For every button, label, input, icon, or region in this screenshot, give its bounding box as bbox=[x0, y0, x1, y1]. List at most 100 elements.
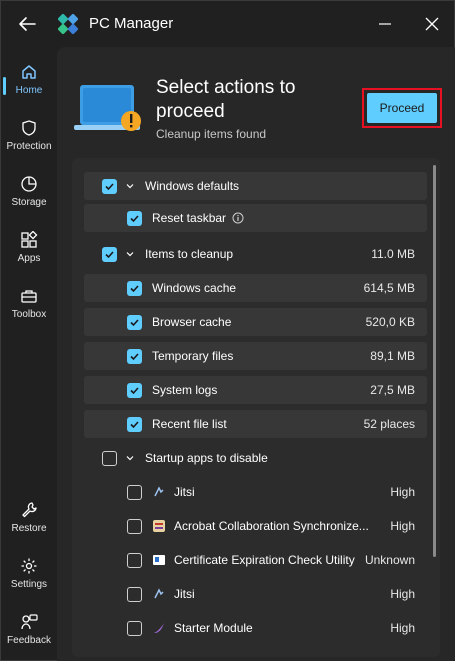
shield-icon bbox=[22, 120, 36, 136]
laptop-warning-icon bbox=[74, 85, 141, 131]
sidebar-item-label: Home bbox=[15, 85, 43, 96]
checkbox[interactable] bbox=[127, 484, 142, 500]
list-item-system-logs[interactable]: System logs 27,5 MB bbox=[84, 376, 427, 404]
list-item-startup-app[interactable]: Starter Module High bbox=[84, 614, 427, 642]
sidebar-item-protection[interactable]: Protection bbox=[1, 119, 57, 169]
sidebar-item-label: Apps bbox=[17, 253, 41, 264]
item-impact: High bbox=[390, 621, 415, 635]
item-label: Certificate Expiration Check Utility bbox=[174, 553, 355, 567]
checkbox[interactable] bbox=[127, 416, 142, 432]
group-windows-defaults[interactable]: Windows defaults bbox=[84, 172, 427, 200]
list-item-recent-file-list[interactable]: Recent file list 52 places bbox=[84, 410, 427, 438]
item-label: Windows cache bbox=[152, 281, 237, 295]
checkbox[interactable] bbox=[127, 210, 142, 226]
item-label: Reset taskbar bbox=[152, 211, 227, 225]
wrench-icon bbox=[22, 502, 37, 518]
minimize-icon[interactable] bbox=[373, 12, 397, 36]
sidebar-item-label: Settings bbox=[10, 579, 48, 590]
toolbox-icon bbox=[21, 290, 37, 303]
checkbox[interactable] bbox=[127, 620, 142, 636]
list-item-temporary-files[interactable]: Temporary files 89,1 MB bbox=[84, 342, 427, 370]
gear-icon bbox=[21, 558, 37, 574]
group-size: 11.0 MB bbox=[371, 247, 415, 261]
item-label: Starter Module bbox=[174, 621, 253, 635]
checkbox[interactable] bbox=[102, 246, 117, 262]
sidebar-item-label: Toolbox bbox=[11, 309, 47, 320]
sidebar-item-apps[interactable]: Apps bbox=[1, 231, 57, 281]
jitsi-icon bbox=[154, 588, 164, 599]
checkbox[interactable] bbox=[127, 280, 142, 296]
checkbox[interactable] bbox=[127, 314, 142, 330]
item-label: Recent file list bbox=[152, 417, 227, 431]
jitsi-icon bbox=[154, 486, 164, 497]
checkbox[interactable] bbox=[127, 586, 142, 602]
list-item-browser-cache[interactable]: Browser cache 520,0 KB bbox=[84, 308, 427, 336]
back-arrow-icon[interactable] bbox=[15, 12, 39, 36]
list-item-startup-app[interactable]: Jitsi High bbox=[84, 580, 427, 608]
chevron-down-icon[interactable] bbox=[125, 453, 135, 463]
item-impact: High bbox=[390, 519, 415, 533]
item-size: 27,5 MB bbox=[370, 383, 415, 397]
item-label: System logs bbox=[152, 383, 218, 397]
sidebar-item-label: Feedback bbox=[7, 635, 51, 646]
app-title: PC Manager bbox=[89, 15, 174, 32]
page-title: Select actions to proceed bbox=[156, 77, 296, 122]
item-label: Jitsi bbox=[174, 587, 195, 601]
info-icon[interactable] bbox=[232, 212, 244, 224]
item-label: Jitsi bbox=[174, 485, 195, 499]
item-impact: Unknown bbox=[364, 553, 415, 567]
list-item-windows-cache[interactable]: Windows cache 614,5 MB bbox=[84, 274, 427, 302]
item-size: 614,5 MB bbox=[363, 281, 415, 295]
list-item-startup-app[interactable]: Certificate Expiration Check Utility Unk… bbox=[84, 546, 427, 574]
checkbox[interactable] bbox=[102, 178, 117, 194]
item-size: 520,0 KB bbox=[365, 315, 415, 329]
chevron-down-icon[interactable] bbox=[125, 249, 135, 259]
group-items-to-cleanup[interactable]: Items to cleanup 11.0 MB bbox=[84, 240, 427, 268]
group-startup-apps[interactable]: Startup apps to disable bbox=[84, 444, 427, 472]
certificate-icon bbox=[153, 555, 165, 565]
page-subtitle: Cleanup items found bbox=[156, 127, 267, 141]
feedback-icon bbox=[21, 614, 38, 630]
sidebar-item-label: Protection bbox=[6, 141, 52, 152]
sidebar-item-restore[interactable]: Restore bbox=[1, 501, 57, 551]
starter-module-icon bbox=[154, 623, 164, 633]
item-impact: High bbox=[390, 587, 415, 601]
group-label: Windows defaults bbox=[145, 179, 240, 193]
list-item-startup-app[interactable]: Acrobat Collaboration Synchronize... Hig… bbox=[84, 512, 427, 540]
title-bar: PC Manager bbox=[1, 1, 455, 47]
close-icon[interactable] bbox=[420, 12, 444, 36]
item-label: Temporary files bbox=[152, 349, 234, 363]
item-size: 52 places bbox=[363, 417, 415, 431]
pc-manager-logo-icon bbox=[57, 13, 79, 35]
item-label: Acrobat Collaboration Synchronize... bbox=[174, 519, 369, 533]
active-indicator bbox=[3, 77, 6, 95]
sidebar-item-toolbox[interactable]: Toolbox bbox=[1, 287, 57, 337]
sidebar-item-storage[interactable]: Storage bbox=[1, 175, 57, 225]
sidebar-item-label: Restore bbox=[11, 523, 47, 534]
proceed-button[interactable]: Proceed bbox=[367, 93, 437, 123]
home-icon bbox=[22, 65, 36, 79]
checkbox[interactable] bbox=[102, 450, 117, 466]
checkbox[interactable] bbox=[127, 382, 142, 398]
sidebar-item-label: Storage bbox=[11, 197, 47, 208]
sidebar-item-home[interactable]: Home bbox=[1, 63, 57, 113]
proceed-highlight: Proceed bbox=[362, 88, 442, 128]
group-label: Items to cleanup bbox=[145, 247, 234, 261]
list-item-startup-app[interactable]: Jitsi High bbox=[84, 478, 427, 506]
checkbox[interactable] bbox=[127, 518, 142, 534]
item-impact: High bbox=[390, 485, 415, 499]
chevron-down-icon[interactable] bbox=[125, 181, 135, 191]
acrobat-icon bbox=[153, 520, 165, 532]
item-size: 89,1 MB bbox=[370, 349, 415, 363]
apps-grid-icon bbox=[21, 231, 38, 248]
pc-manager-window: PC Manager Home Protection Storage Apps … bbox=[0, 0, 455, 661]
checkbox[interactable] bbox=[127, 348, 142, 364]
list-item-reset-taskbar[interactable]: Reset taskbar bbox=[84, 204, 427, 232]
main-content: Select actions to proceed Cleanup items … bbox=[57, 47, 455, 661]
scrollbar[interactable] bbox=[433, 165, 436, 557]
sidebar-item-settings[interactable]: Settings bbox=[1, 557, 57, 607]
sidebar-item-feedback[interactable]: Feedback bbox=[1, 613, 57, 661]
group-label: Startup apps to disable bbox=[145, 451, 268, 465]
checkbox[interactable] bbox=[127, 552, 142, 568]
actions-list: Windows defaults Reset taskbar Items to … bbox=[72, 158, 440, 657]
